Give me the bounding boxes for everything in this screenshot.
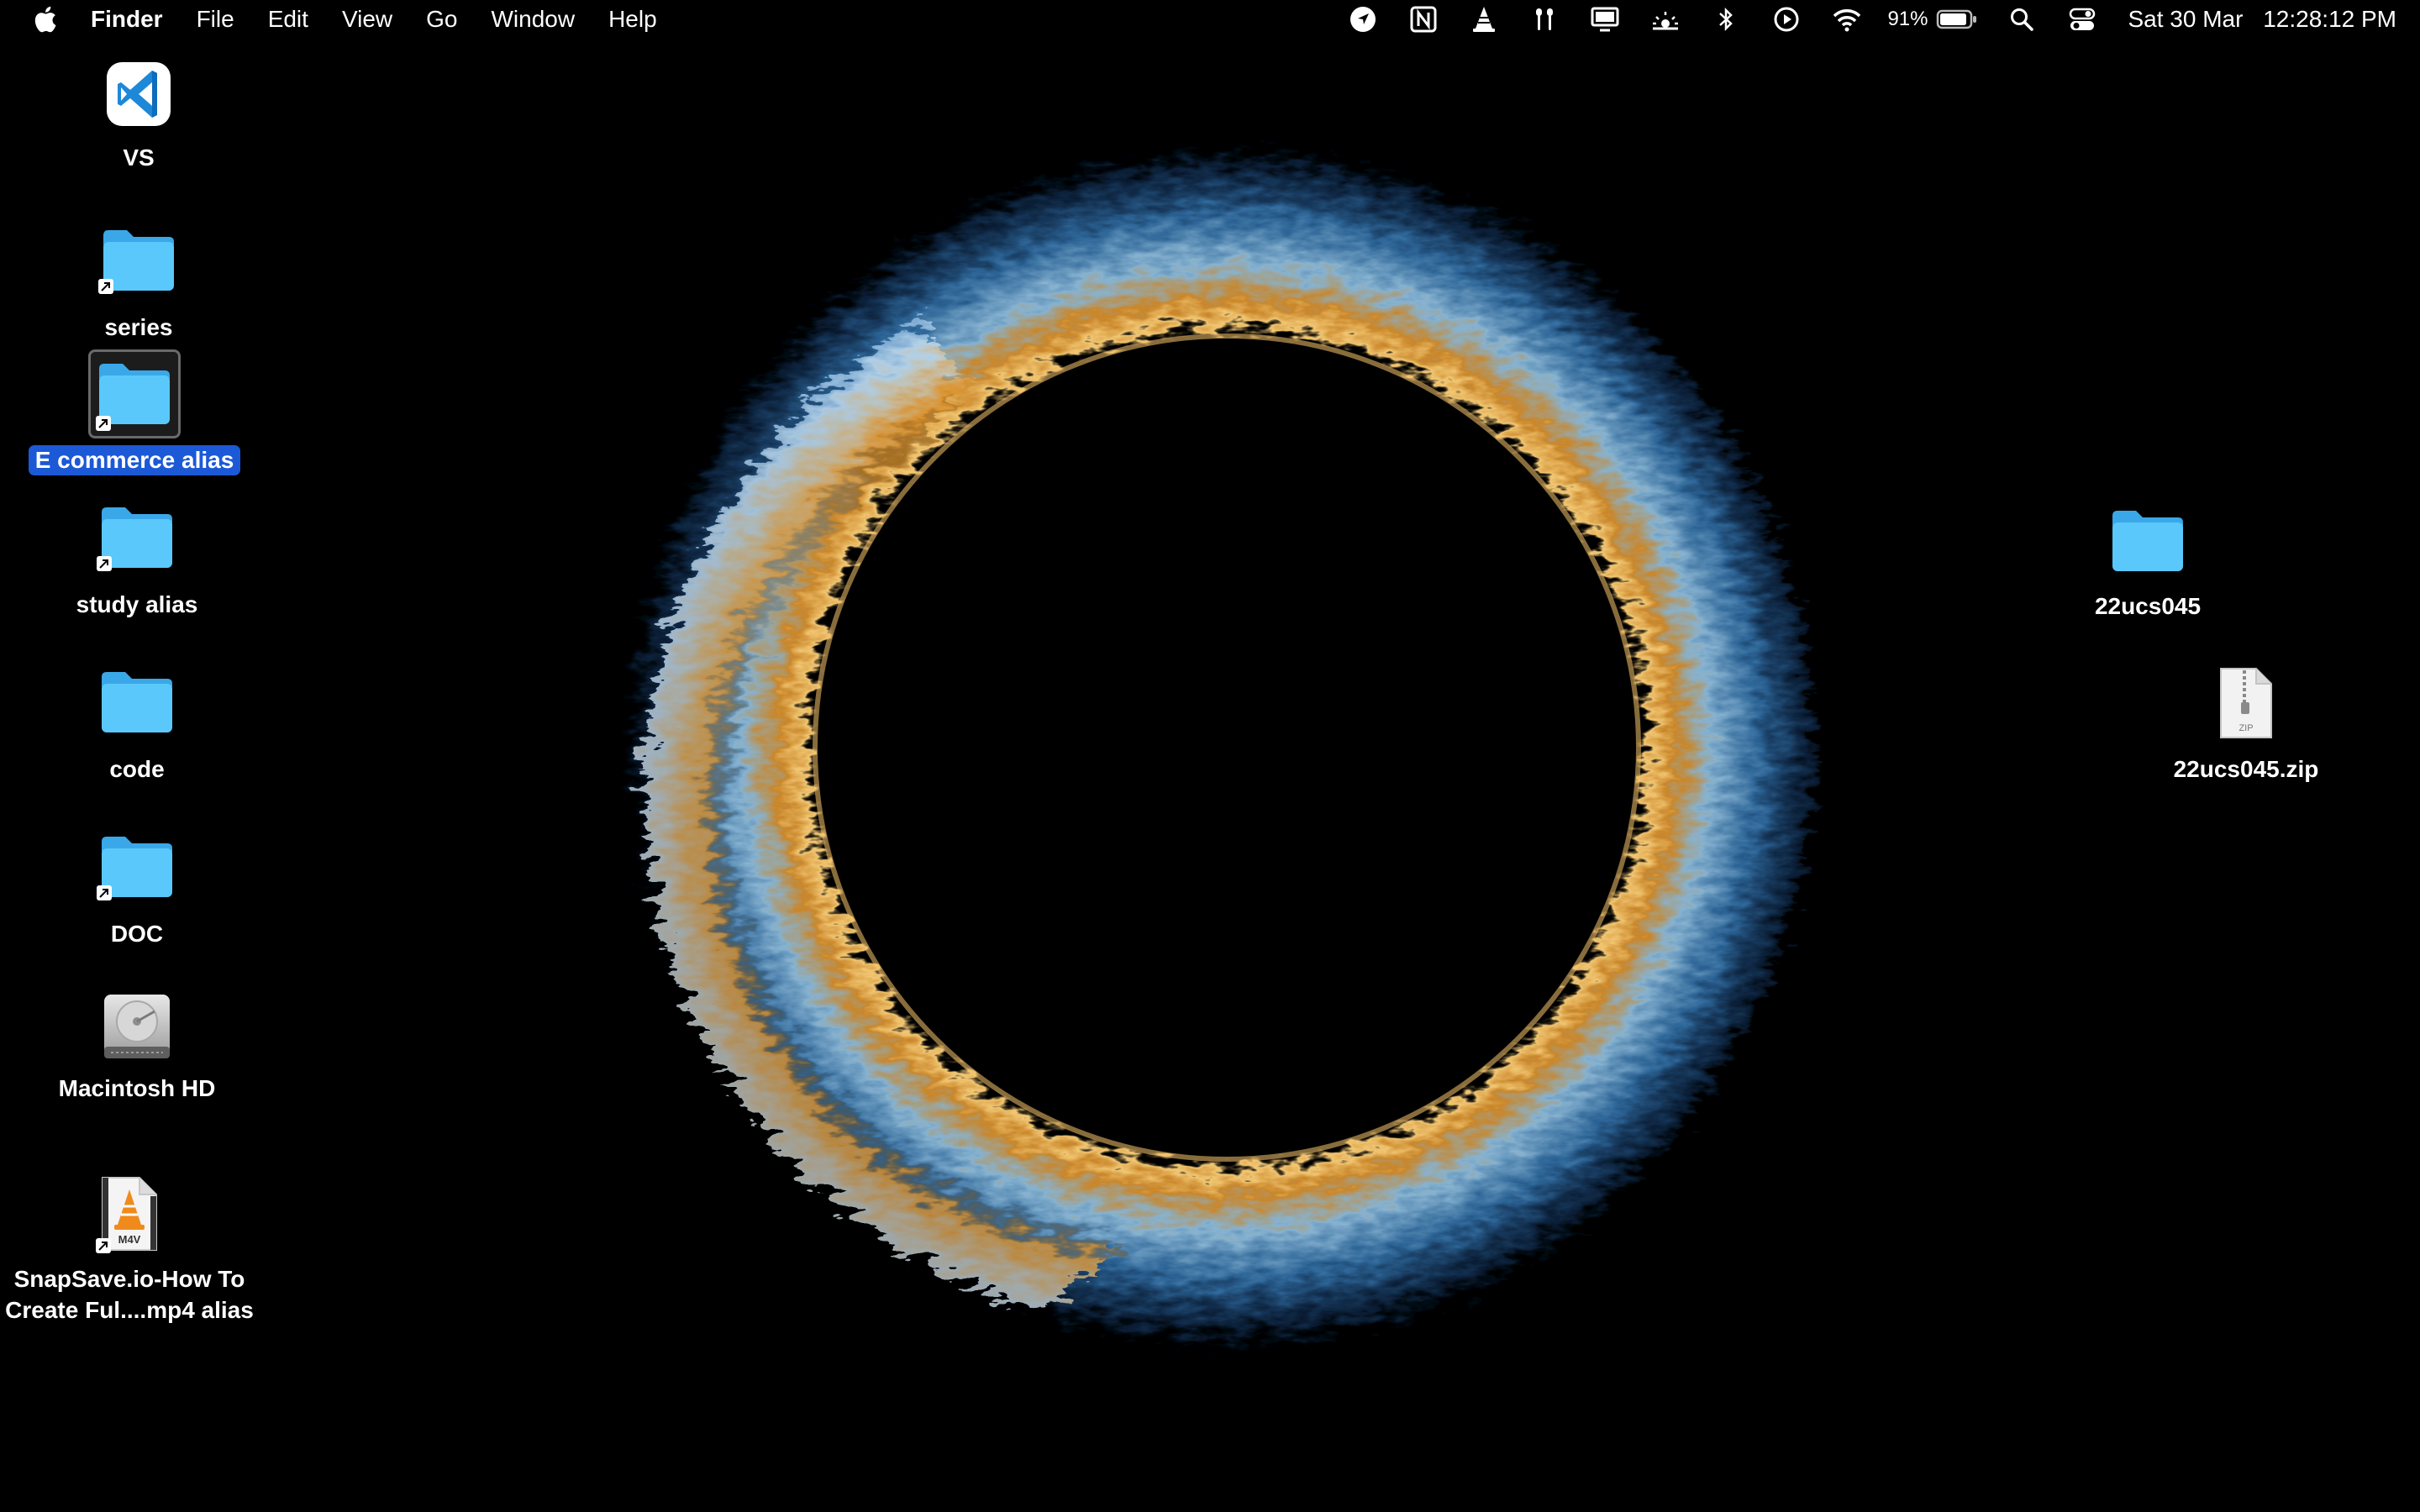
play-icon[interactable]	[1770, 4, 1803, 34]
wifi-icon[interactable]	[1830, 4, 1864, 34]
clock-date: Sat 30 Mar	[2128, 6, 2244, 32]
brightness-icon[interactable]	[1649, 4, 1682, 34]
spotlight-search-icon[interactable]	[2005, 4, 2039, 34]
apple-menu-icon[interactable]	[32, 5, 57, 34]
desktop-icon-doc[interactable]: DOC	[11, 833, 263, 949]
airpods-icon[interactable]	[1528, 4, 1561, 34]
clock-time: 12:28:12 PM	[2263, 6, 2396, 32]
file-badge-text: M4V	[118, 1233, 141, 1246]
desktop-icon-label: study alias	[76, 591, 198, 617]
alias-arrow-icon	[97, 885, 112, 900]
bluetooth-icon[interactable]	[1709, 4, 1743, 34]
label-line-2: Create Ful....mp4 alias	[5, 1297, 254, 1323]
alias-arrow-icon	[96, 1238, 111, 1253]
desktop-icon-label: E commerce alias	[28, 445, 241, 475]
desktop[interactable]: Finder File Edit View Go Window Help 91%…	[0, 0, 2420, 1512]
desktop-icon-label: DOC	[110, 921, 164, 947]
file-badge-text: ZIP	[2238, 723, 2253, 733]
folder-icon	[2107, 507, 2188, 575]
menu-view[interactable]: View	[342, 0, 392, 39]
label-line-1: SnapSave.io-How To	[13, 1266, 245, 1292]
desktop-icon-code[interactable]: code	[11, 669, 263, 785]
folder-icon	[88, 349, 181, 438]
folder-icon	[97, 504, 177, 571]
hard-drive-icon	[99, 990, 175, 1065]
location-icon[interactable]	[1346, 4, 1380, 34]
menu-help[interactable]: Help	[608, 0, 657, 39]
zip-file-icon: ZIP	[2216, 665, 2276, 741]
alias-arrow-icon	[96, 416, 111, 431]
vscode-app-icon	[105, 60, 172, 128]
battery-icon[interactable]	[1936, 4, 1978, 34]
menu-file[interactable]: File	[197, 0, 234, 39]
folder-icon	[97, 669, 177, 736]
menu-app-finder[interactable]: Finder	[91, 0, 163, 39]
desktop-icon-label: 22ucs045.zip	[2173, 756, 2319, 782]
menu-window[interactable]: Window	[491, 0, 575, 39]
menu-bar-clock[interactable]: Sat 30 Mar 12:28:12 PM	[2128, 6, 2396, 33]
folder-icon	[97, 833, 177, 900]
control-center-icon[interactable]	[2065, 4, 2099, 34]
desktop-icon-label: series	[104, 314, 173, 340]
alias-arrow-icon	[97, 556, 112, 571]
desktop-icon-label: 22ucs045	[2094, 593, 2202, 619]
desktop-icon-22ucs045-zip[interactable]: ZIP 22ucs045.zip	[2120, 665, 2372, 785]
battery-percent: 91%	[1887, 8, 1928, 30]
menu-edit[interactable]: Edit	[268, 0, 308, 39]
desktop-icon-label: code	[109, 756, 165, 782]
folder-icon	[98, 227, 179, 294]
desktop-icon-label: SnapSave.io-How To Create Ful....mp4 ali…	[5, 1263, 254, 1326]
desktop-icon-study-alias[interactable]: study alias	[11, 504, 263, 620]
desktop-icon-vs[interactable]: VS	[13, 60, 265, 173]
display-icon[interactable]	[1588, 4, 1622, 34]
desktop-icon-22ucs045[interactable]: 22ucs045	[2022, 507, 2274, 622]
alias-arrow-icon	[98, 279, 113, 294]
desktop-icon-label: VS	[123, 144, 155, 171]
desktop-icon-e-commerce-alias[interactable]: E commerce alias	[8, 349, 260, 475]
video-file-icon: M4V	[96, 1174, 163, 1253]
notion-icon[interactable]	[1407, 4, 1440, 34]
desktop-icon-label: Macintosh HD	[58, 1075, 216, 1101]
vlc-icon[interactable]	[1467, 4, 1501, 34]
desktop-icon-snapsave-mp4-alias[interactable]: M4V SnapSave.io-How To Create Ful....mp4…	[3, 1174, 255, 1326]
menu-bar: Finder File Edit View Go Window Help 91%…	[0, 0, 2420, 39]
desktop-icon-macintosh-hd[interactable]: Macintosh HD	[11, 990, 263, 1104]
menu-go[interactable]: Go	[426, 0, 457, 39]
desktop-icon-series[interactable]: series	[13, 227, 265, 343]
wallpaper-ring	[605, 143, 1815, 1352]
